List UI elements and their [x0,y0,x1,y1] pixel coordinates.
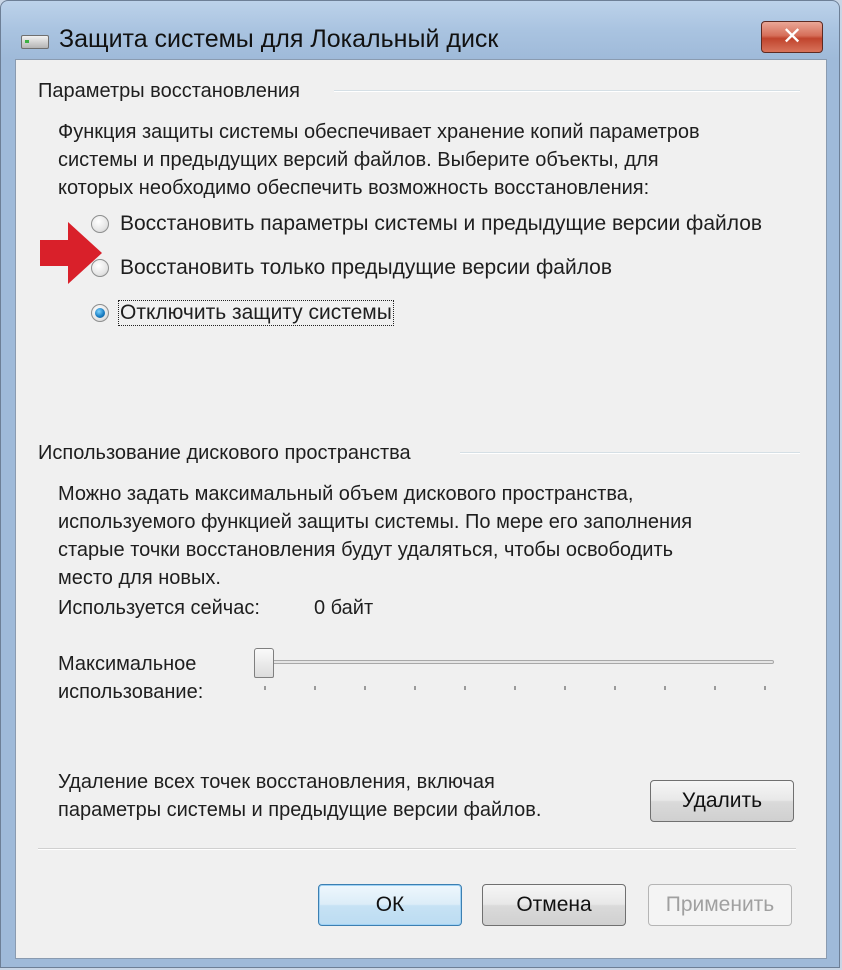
disk-description: Можно задать максимальный объем дисковог… [58,480,692,592]
cancel-button[interactable]: Отмена [482,884,626,926]
restore-group-title: Параметры восстановления [38,80,300,102]
restore-group-divider [334,90,800,92]
disk-description-line: Можно задать максимальный объем дисковог… [58,483,634,505]
disk-group-title: Использование дискового пространства [38,442,411,464]
delete-description-line: параметры системы и предыдущие версии фа… [58,799,542,821]
close-button[interactable]: ✕ [761,21,823,53]
red-arrow-icon [40,222,102,284]
disk-description-line: используемого функцией защиты системы. П… [58,511,693,533]
disk-description-line: место для новых. [58,567,221,589]
slider-tick [714,686,716,690]
max-usage-slider-thumb[interactable] [254,648,274,678]
radio-label: Восстановить только предыдущие версии фа… [120,256,613,279]
delete-description: Удаление всех точек восстановления, вклю… [58,768,541,824]
slider-tick [614,686,616,690]
footer-separator [38,848,796,850]
disk-description-line: старые точки восстановления будут удалят… [58,539,674,561]
slider-tick [564,686,566,690]
max-usage-label: Максимальное использование: [58,650,203,706]
dialog-client-area: Параметры восстановления Функция защиты … [15,59,827,959]
dialog-window: Защита системы для Локальный диск ✕ Пара… [0,0,840,968]
disk-group-divider [460,452,800,454]
slider-tick [514,686,516,690]
restore-description-line: которых необходимо обеспечить возможност… [58,177,650,199]
radio-restore-all[interactable]: Восстановить параметры системы и предыду… [91,210,763,238]
radio-label: Отключить защиту системы [118,300,394,326]
slider-tick [314,686,316,690]
window-title: Защита системы для Локальный диск [59,25,499,53]
restore-description-line: системы и предыдущих версий файлов. Выбе… [58,149,659,171]
max-usage-slider-track[interactable] [264,660,774,664]
ok-button[interactable]: ОК [318,884,462,926]
radio-label: Восстановить параметры системы и предыду… [120,212,763,235]
close-icon: ✕ [781,23,803,50]
max-usage-label-line: Максимальное [58,653,197,675]
slider-tick [464,686,466,690]
restore-description-line: Функция защиты системы обеспечивает хран… [58,121,700,143]
slider-tick [364,686,366,690]
radio-button[interactable] [91,304,109,322]
radio-disable-protection[interactable]: Отключить защиту системы [91,299,394,327]
restore-description: Функция защиты системы обеспечивает хран… [58,118,700,202]
apply-button[interactable]: Применить [648,884,792,926]
slider-tick [664,686,666,690]
current-usage-value: 0 байт [314,597,374,619]
current-usage-label: Используется сейчас: [58,597,260,619]
slider-tick [414,686,416,690]
delete-description-line: Удаление всех точек восстановления, вклю… [58,771,495,793]
slider-tick [764,686,766,690]
max-usage-label-line: использование: [58,681,204,703]
drive-icon [21,35,49,49]
title-bar[interactable]: Защита системы для Локальный диск ✕ [1,1,839,57]
slider-tick [264,686,266,690]
radio-restore-files-only[interactable]: Восстановить только предыдущие версии фа… [91,254,613,282]
delete-button[interactable]: Удалить [650,780,794,822]
